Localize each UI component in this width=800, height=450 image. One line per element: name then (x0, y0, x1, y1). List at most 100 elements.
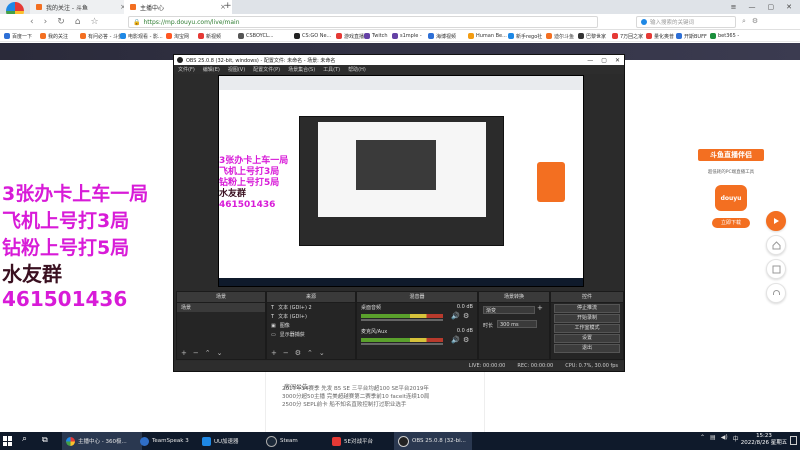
minimize-icon[interactable]: — (587, 57, 593, 64)
close-icon[interactable]: ✕ (615, 57, 620, 64)
minimize-icon[interactable]: — (749, 3, 756, 11)
bookmark-item[interactable]: 我的关注 (40, 31, 68, 41)
source-item[interactable]: T 文本 (GDI+) (267, 312, 355, 321)
menu-view[interactable]: 视图(V) (228, 66, 245, 73)
preview-nested-obs (299, 116, 504, 246)
headset-icon[interactable] (766, 283, 786, 303)
settings-button[interactable]: 设置 (554, 334, 620, 343)
settings-icon[interactable]: ⚙ (295, 349, 301, 357)
taskbar-search-icon[interactable]: ⌕ (22, 434, 27, 444)
refresh-icon[interactable]: ↻ (57, 17, 65, 27)
taskbar-item[interactable]: UU加速器 (198, 432, 266, 450)
start-recording-button[interactable]: 开始录制 (554, 314, 620, 323)
task-view-icon[interactable]: ⧉ (42, 435, 48, 445)
menu-tools[interactable]: 工具(T) (323, 66, 340, 73)
move-down-icon[interactable]: ⌄ (217, 349, 223, 357)
bookmark-item[interactable]: 新视频 (198, 31, 221, 41)
taskbar-item[interactable]: TeamSpeak 3 (136, 432, 204, 450)
menu-help[interactable]: 帮助(H) (348, 66, 366, 73)
source-item[interactable]: ▭ 显示器捕获 (267, 330, 355, 339)
bookmark-item[interactable]: 7万回之家 (612, 31, 643, 41)
bookmark-item[interactable]: 百度一下 (4, 31, 32, 41)
menu-icon[interactable]: ≡ (731, 3, 737, 11)
play-icon[interactable] (766, 211, 786, 231)
volume-slider[interactable] (361, 319, 443, 321)
notification-icon[interactable] (790, 436, 797, 445)
exit-button[interactable]: 退出 (554, 344, 620, 353)
new-tab-button[interactable]: + (224, 1, 232, 11)
bookmark-item[interactable]: CS:GO Ne... (294, 31, 331, 41)
speaker-icon[interactable]: 🔊 (451, 336, 460, 344)
taskbar-item[interactable]: 5E对战平台 (328, 432, 400, 450)
studio-mode-button[interactable]: 工作室模式 (554, 324, 620, 333)
notice-text: 2017年S4赛季 先发 B5 SE 三平台均超100 SE平台2019年 30… (282, 386, 430, 408)
bookmark-item[interactable]: 迪尔斗鱼 (546, 31, 574, 41)
back-icon[interactable]: ‹ (30, 17, 34, 27)
menu-profile[interactable]: 配置文件(P) (253, 66, 280, 73)
source-item[interactable]: ▣ 图像 (267, 321, 355, 330)
bookmark-item[interactable]: 电影观看 - 影... (120, 31, 163, 41)
menu-scene-collection[interactable]: 场景集合(S) (288, 66, 315, 73)
move-down-icon[interactable]: ⌄ (319, 349, 325, 357)
bookmark-star-icon[interactable]: ☆ (90, 17, 98, 27)
start-button[interactable] (3, 436, 13, 446)
bookmark-item[interactable]: 量化奥普 (646, 31, 674, 41)
close-window-icon[interactable]: ✕ (786, 3, 792, 11)
transition-add-icon[interactable]: + (537, 304, 543, 312)
duration-input[interactable]: 300 ms (497, 320, 537, 328)
settings-icon[interactable]: ⚙ (463, 312, 469, 320)
transition-select[interactable]: 渐变 (483, 306, 535, 314)
bookmark-item[interactable]: CSBOYCL... (238, 31, 274, 41)
bookmark-item[interactable]: 巴黎世家 (578, 31, 606, 41)
dock-mixer: 混音器 桌面音频 0.0 dB 🔊 ⚙ 麦克风/Aux 0.0 dB 🔊 ⚙ (356, 291, 478, 360)
home-icon[interactable] (766, 235, 786, 255)
search-placeholder: 输入搜索的关键词 (650, 20, 695, 26)
promo-download-button[interactable]: 立即下载 (712, 218, 750, 228)
taskbar-item[interactable]: 主播中心 - 360极... (62, 432, 142, 450)
move-up-icon[interactable]: ⌃ (205, 349, 211, 357)
search-box[interactable]: 输入搜索的关键词 (636, 16, 736, 28)
remove-icon[interactable]: − (193, 349, 199, 357)
bookmark-item[interactable]: s1mple - (392, 31, 422, 41)
ime-icon[interactable]: 中 (733, 434, 739, 443)
add-icon[interactable]: + (271, 349, 277, 357)
bookmark-item[interactable]: 淘宝网 (166, 31, 189, 41)
search-icon[interactable]: ⌕ (742, 17, 746, 26)
volume-slider[interactable] (361, 343, 443, 345)
taskbar-item[interactable]: OBS 25.0.8 (32-bi... (394, 432, 472, 450)
bookmark-item[interactable]: 新手rego社 (508, 31, 542, 41)
network-icon[interactable]: ▤ (710, 434, 716, 443)
text-icon: T (271, 313, 275, 320)
bookmark-item[interactable]: 游戏直播 (336, 31, 364, 41)
menu-file[interactable]: 文件(F) (178, 66, 195, 73)
add-icon[interactable]: + (181, 349, 187, 357)
tab-anchor-center[interactable]: 主播中心 × (124, 0, 232, 14)
menu-edit[interactable]: 编辑(E) (203, 66, 220, 73)
clock[interactable]: 15:23 2022/8/26 星期五 (740, 433, 788, 447)
maximize-icon[interactable]: ▢ (768, 3, 775, 11)
tab-following[interactable]: 我的关注 - 斗鱼 × (30, 0, 132, 14)
speaker-icon[interactable]: 🔊 (451, 312, 460, 320)
volume-icon[interactable]: ◀) (721, 434, 728, 443)
bookmark-item[interactable]: Human Be... (468, 31, 507, 41)
obs-preview[interactable]: 3张办卡上车一局 飞机上号打3局 钻粉上号打5局 水友群 461501436 (218, 75, 584, 287)
scene-item[interactable]: 场景 (177, 303, 265, 312)
remove-icon[interactable]: − (283, 349, 289, 357)
maximize-icon[interactable]: ▢ (601, 57, 607, 64)
bookmark-item[interactable]: bet365 - (710, 31, 739, 41)
source-item[interactable]: T 文本 (GDI+) 2 (267, 303, 355, 312)
taskbar-item[interactable]: Steam (262, 432, 334, 450)
bookmark-item[interactable]: 有问必答 - 斗鱼 (80, 31, 123, 41)
chevron-up-icon[interactable]: ⌃ (700, 434, 705, 443)
bookmark-item[interactable]: 海博视频 (428, 31, 456, 41)
forward-icon[interactable]: › (44, 17, 48, 27)
bookmark-item[interactable]: Twitch (364, 31, 388, 41)
address-field[interactable]: 🔒 https://mp.douyu.com/live/main (128, 16, 598, 28)
move-up-icon[interactable]: ⌃ (307, 349, 313, 357)
bookmark-item[interactable]: 开斯BUFF (676, 31, 707, 41)
extension-icon[interactable]: ⚙ (752, 17, 758, 26)
collapse-icon[interactable] (766, 259, 786, 279)
settings-icon[interactable]: ⚙ (463, 336, 469, 344)
stop-streaming-button[interactable]: 停止推流 (554, 304, 620, 313)
home-icon[interactable]: ⌂ (75, 17, 81, 27)
